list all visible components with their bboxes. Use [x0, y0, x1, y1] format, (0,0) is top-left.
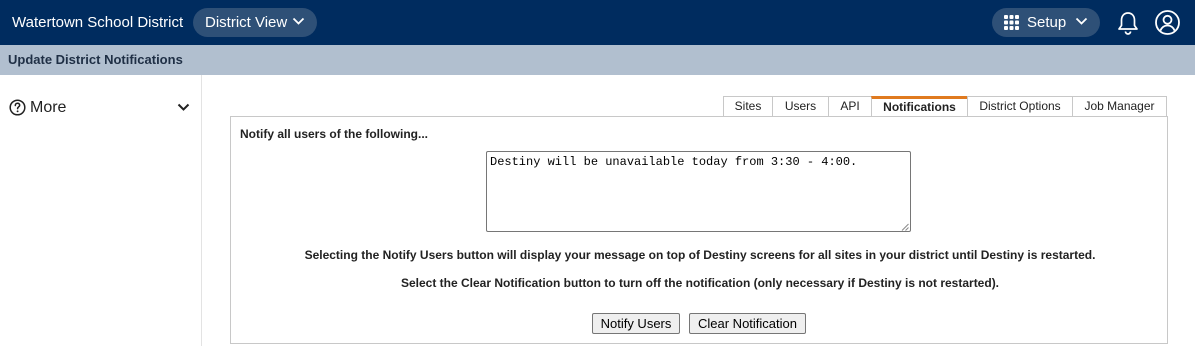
- sidebar: More: [0, 75, 202, 346]
- page-title: Update District Notifications: [8, 52, 183, 67]
- notification-message-input[interactable]: Destiny will be unavailable today from 3…: [486, 151, 911, 232]
- chevron-down-icon: [1075, 17, 1088, 25]
- tab-sites[interactable]: Sites: [723, 96, 773, 117]
- district-view-dropdown[interactable]: District View: [193, 8, 317, 37]
- chevron-down-icon: [292, 17, 305, 25]
- apps-grid-icon: [1004, 15, 1019, 30]
- setup-menu-button[interactable]: Setup: [992, 8, 1100, 37]
- tab-notifications[interactable]: Notifications: [871, 96, 968, 117]
- tab-district-options[interactable]: District Options: [967, 96, 1073, 117]
- page-title-bar: Update District Notifications: [0, 45, 1195, 75]
- tab-job-manager[interactable]: Job Manager: [1072, 96, 1167, 117]
- notification-panel: Notify all users of the following... Des…: [230, 116, 1168, 344]
- user-account-icon[interactable]: [1154, 9, 1181, 36]
- resize-handle-icon[interactable]: [901, 223, 909, 231]
- clear-notification-button[interactable]: Clear Notification: [689, 313, 806, 334]
- district-view-label: District View: [205, 14, 288, 31]
- top-navigation-bar: Watertown School District District View …: [0, 0, 1195, 45]
- district-name[interactable]: Watertown School District: [12, 0, 183, 45]
- tab-api[interactable]: API: [828, 96, 872, 117]
- more-label: More: [30, 99, 67, 116]
- notify-users-button[interactable]: Notify Users: [592, 313, 680, 334]
- notify-instructions: Selecting the Notify Users button will d…: [304, 248, 1096, 262]
- bell-icon[interactable]: [1115, 10, 1141, 36]
- question-circle-icon: [9, 99, 26, 116]
- tab-users[interactable]: Users: [772, 96, 829, 117]
- more-menu-toggle[interactable]: More: [9, 98, 194, 118]
- chevron-down-icon: [177, 103, 190, 111]
- clear-instructions: Select the Clear Notification button to …: [400, 276, 1000, 290]
- setup-label: Setup: [1027, 14, 1067, 31]
- settings-tabs: Sites Users API Notifications District O…: [723, 96, 1167, 117]
- panel-heading: Notify all users of the following...: [240, 127, 429, 141]
